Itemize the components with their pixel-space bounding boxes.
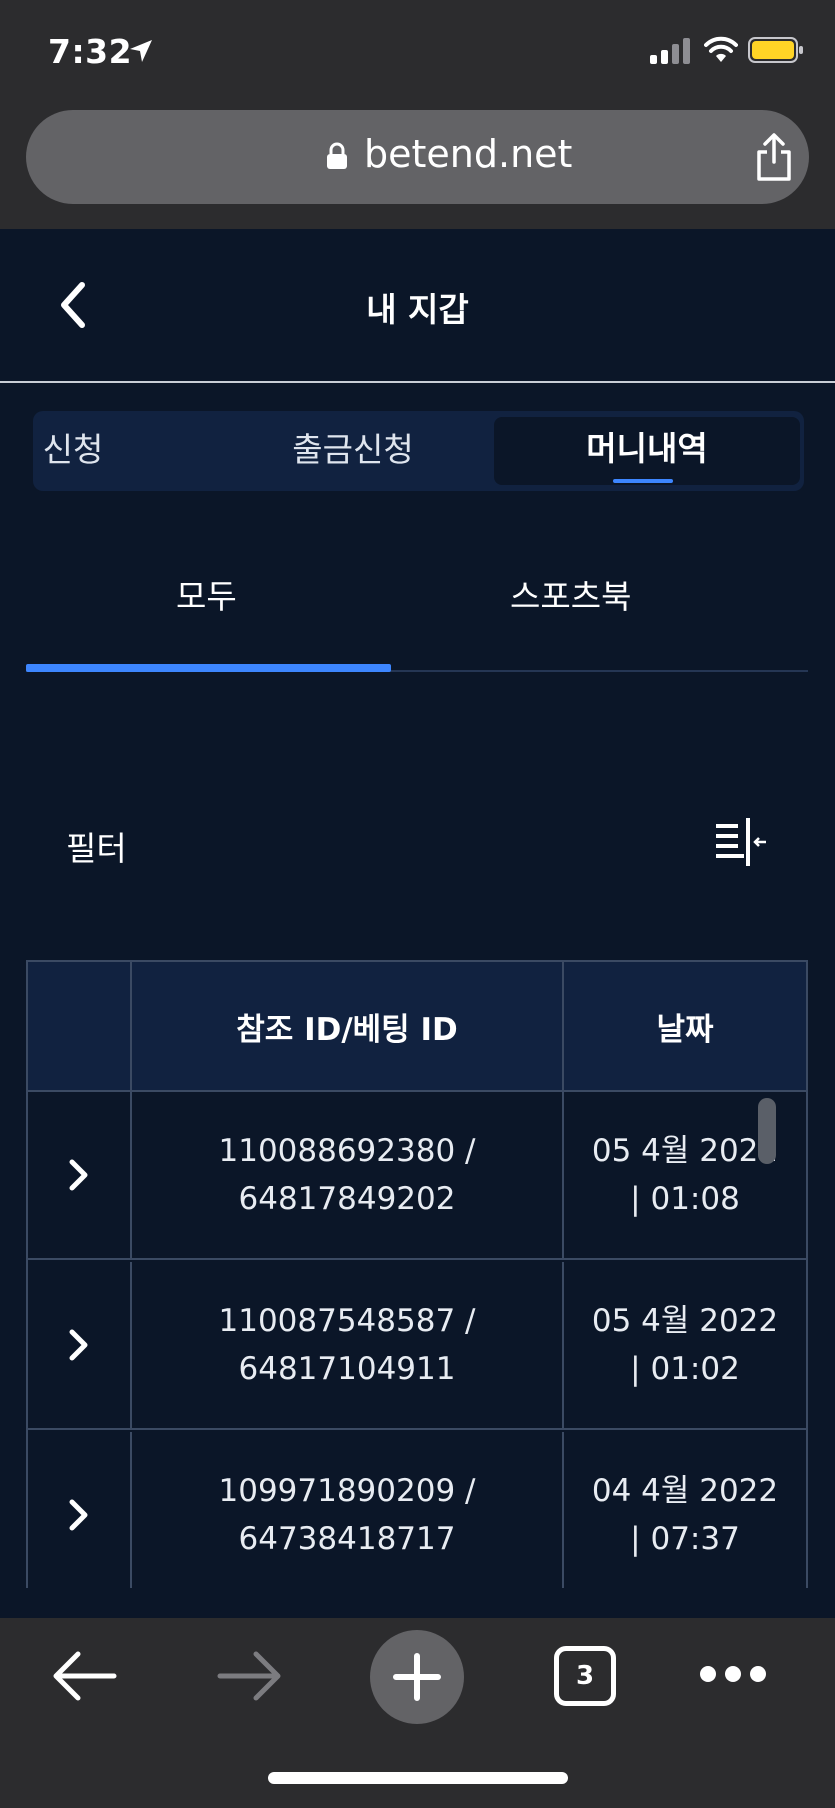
subtab-sportsbook[interactable]: 스포츠북: [510, 570, 631, 618]
browser-back-icon[interactable]: [50, 1648, 118, 1704]
cellular-signal-icon: [650, 38, 690, 64]
page-header: 내 지갑: [0, 229, 835, 383]
row-ref-id: 110088692380 / 64817849202: [218, 1133, 476, 1217]
status-time: 7:32: [48, 32, 133, 71]
header-cell-expand: [28, 962, 132, 1090]
wifi-icon: [704, 36, 738, 62]
subtab-active-indicator: [26, 664, 391, 672]
location-arrow-icon: [130, 40, 152, 62]
tabs-count-button[interactable]: 3: [554, 1646, 616, 1706]
row-ref-cell: 109971890209 / 64738418717: [132, 1432, 564, 1588]
filter-panel-icon[interactable]: [714, 818, 768, 866]
row-ref-cell: 110088692380 / 64817849202: [132, 1092, 564, 1258]
table-row[interactable]: 109971890209 / 64738418717 04 4월 2022 | …: [28, 1432, 806, 1588]
row-date-cell: 05 4월 2022 | 01:02: [564, 1262, 806, 1428]
row-ref-id: 110087548587 / 64817104911: [218, 1303, 476, 1387]
active-tab-underline: [613, 479, 673, 483]
browser-forward-icon[interactable]: [216, 1648, 284, 1704]
table-row[interactable]: 110087548587 / 64817104911 05 4월 2022 | …: [28, 1262, 806, 1430]
row-expand-cell[interactable]: [28, 1092, 132, 1258]
page-title: 내 지갑: [366, 290, 469, 329]
row-date: 05 4월 2022 | 01:08: [591, 1133, 779, 1217]
filter-label: 필터: [66, 829, 127, 868]
share-icon[interactable]: [754, 132, 794, 182]
url-text: betend.net: [364, 132, 573, 176]
table-header: 참조 ID/베팅 ID 날짜: [28, 962, 806, 1092]
row-date: 04 4월 2022 | 07:37: [591, 1473, 779, 1557]
row-expand-cell[interactable]: [28, 1262, 132, 1428]
browser-address-area: betend.net: [0, 92, 835, 229]
tab-deposit-request[interactable]: 신청: [33, 411, 123, 491]
status-bar: 7:32: [0, 0, 835, 92]
wallet-segment-tabs: 신청 출금신청 머니내역: [33, 411, 804, 491]
row-date: 05 4월 2022 | 01:02: [591, 1303, 779, 1387]
row-expand-cell[interactable]: [28, 1432, 132, 1588]
row-ref-id: 109971890209 / 64738418717: [218, 1473, 476, 1557]
header-date-label: 날짜: [656, 1011, 714, 1048]
table-row[interactable]: 110088692380 / 64817849202 05 4월 2022 | …: [28, 1092, 806, 1260]
sub-tabs: 모두 스포츠북: [26, 560, 808, 672]
home-indicator: [268, 1772, 568, 1784]
more-options-icon[interactable]: [698, 1662, 768, 1686]
plus-icon: [393, 1653, 441, 1701]
chevron-right-icon[interactable]: [66, 1327, 92, 1363]
lock-icon: [327, 142, 347, 169]
header-cell-date: 날짜: [564, 962, 806, 1090]
address-bar[interactable]: betend.net: [26, 110, 809, 204]
table-scrollbar[interactable]: [758, 1098, 776, 1164]
chevron-right-icon[interactable]: [66, 1497, 92, 1533]
tab-money-history[interactable]: 머니내역: [494, 417, 800, 485]
tab-withdraw-request[interactable]: 출금신청: [238, 411, 468, 491]
battery-icon: [748, 37, 803, 63]
new-tab-button[interactable]: [370, 1630, 464, 1724]
header-cell-ref-id: 참조 ID/베팅 ID: [132, 962, 564, 1090]
chevron-right-icon[interactable]: [66, 1157, 92, 1193]
row-ref-cell: 110087548587 / 64817104911: [132, 1262, 564, 1428]
history-table: 참조 ID/베팅 ID 날짜 110088692380 / 6481784920…: [26, 960, 808, 1588]
header-ref-id-label: 참조 ID/베팅 ID: [236, 1011, 458, 1048]
subtab-all[interactable]: 모두: [176, 570, 237, 618]
row-date-cell: 04 4월 2022 | 07:37: [564, 1432, 806, 1588]
